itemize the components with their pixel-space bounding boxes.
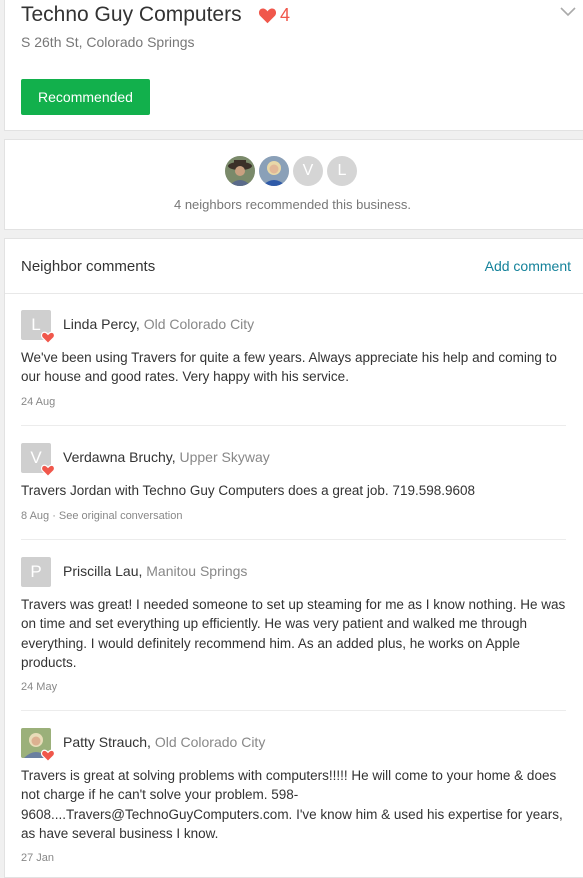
commenter-avatar[interactable]: P [21, 557, 51, 587]
commenter-name[interactable]: Verdawna Bruchy [63, 449, 172, 465]
heart-count-value: 4 [280, 5, 291, 25]
commenter-neighborhood[interactable]: Upper Skyway [179, 449, 269, 465]
heart-icon [258, 8, 277, 24]
recommender-avatar-photo-1[interactable] [225, 156, 255, 186]
comment-date: 24 May [21, 681, 58, 693]
commenter-line: Priscilla Lau, Manitou Springs [63, 563, 248, 579]
recommendation-count[interactable]: 4 [258, 5, 290, 26]
section-divider [5, 293, 583, 294]
avatar-photo-icon [259, 156, 289, 186]
recommender-avatars: V L [225, 156, 357, 186]
avatar-photo-icon [225, 156, 255, 186]
commenter-neighborhood[interactable]: Manitou Springs [146, 563, 247, 579]
comment-text: Travers Jordan with Techno Guy Computers… [21, 483, 476, 498]
add-comment-link[interactable]: Add comment [485, 258, 571, 274]
comment-date: 24 Aug [21, 396, 56, 408]
commenter-neighborhood[interactable]: Old Colorado City [144, 316, 255, 332]
business-address: S 26th St, Colorado Springs [21, 34, 195, 50]
comment-text: Travers is great at solving problems wit… [21, 768, 563, 841]
comment-divider [21, 425, 566, 426]
comment-date[interactable]: 8 Aug · See original conversation [21, 510, 182, 522]
comment-divider [21, 539, 566, 540]
comment-date: 27 Jan [21, 852, 55, 864]
heart-icon [41, 331, 55, 344]
commenter-name[interactable]: Patty Strauch [63, 734, 147, 750]
commenter-line: Linda Percy, Old Colorado City [63, 316, 255, 332]
commenter-name[interactable]: Priscilla Lau [63, 563, 138, 579]
heart-icon [41, 749, 55, 762]
comments-section-title: Neighbor comments [21, 258, 156, 275]
business-header-card: Techno Guy Computers 4 S 26th St, Colora… [4, 0, 583, 131]
comment-text: We've been using Travers for quite a few… [21, 350, 557, 385]
heart-icon [41, 464, 55, 477]
commenter-line: Patty Strauch, Old Colorado City [63, 734, 266, 750]
comment-text: Travers was great! I needed someone to s… [21, 597, 566, 670]
commenter-name[interactable]: Linda Percy [63, 316, 136, 332]
recommender-avatar-v[interactable]: V [293, 156, 323, 186]
recommenders-card: V L 4 neighbors recommended this busines… [4, 139, 583, 230]
recommendation-summary: 4 neighbors recommended this business. [173, 197, 412, 212]
chevron-down-icon[interactable] [560, 5, 576, 17]
commenter-neighborhood[interactable]: Old Colorado City [155, 734, 266, 750]
neighbor-comments-card: Neighbor comments Add comment L Linda Pe… [4, 238, 583, 878]
recommender-avatar-l[interactable]: L [327, 156, 357, 186]
business-name: Techno Guy Computers [21, 3, 242, 26]
recommended-button[interactable]: Recommended [21, 79, 150, 115]
comment-divider [21, 710, 566, 711]
recommender-avatar-photo-2[interactable] [259, 156, 289, 186]
commenter-line: Verdawna Bruchy, Upper Skyway [63, 449, 270, 465]
